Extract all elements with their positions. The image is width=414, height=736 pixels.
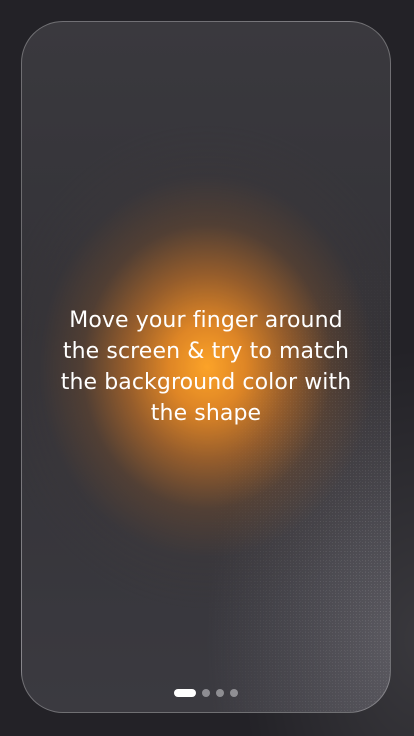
page-indicator — [22, 688, 390, 697]
page-dot-2[interactable] — [202, 688, 210, 697]
instruction-text: Move your finger around the screen & try… — [60, 308, 352, 426]
page-dot-1-active[interactable] — [174, 688, 196, 697]
page-dot-3[interactable] — [216, 688, 224, 697]
onboarding-card[interactable]: Move your finger around the screen & try… — [21, 21, 391, 713]
page-dot-4[interactable] — [230, 688, 238, 697]
